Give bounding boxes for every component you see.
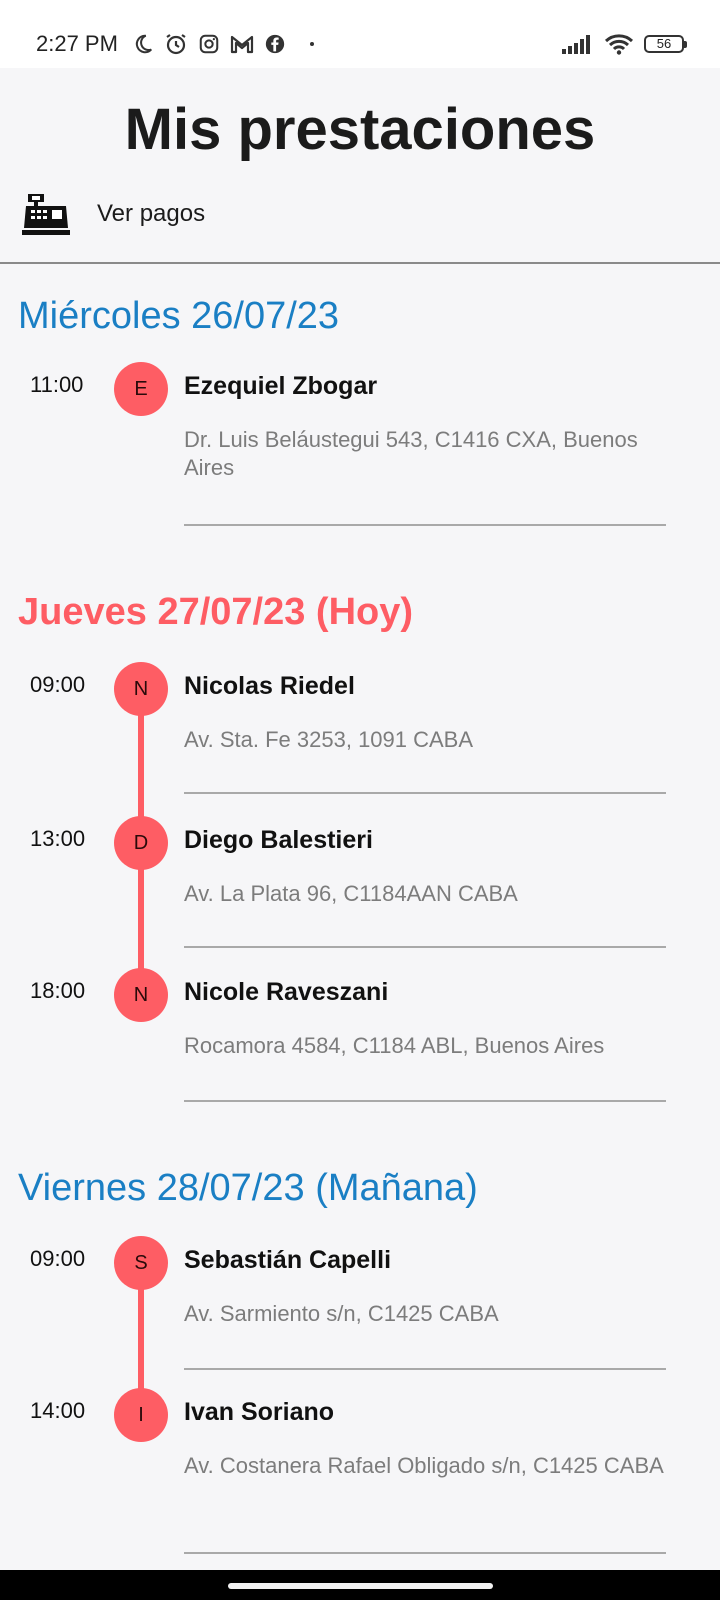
avatar: N — [114, 968, 168, 1022]
patient-name: Nicole Raveszani — [184, 978, 389, 1006]
signal-icon — [562, 35, 590, 54]
page-title: Mis prestaciones — [124, 97, 596, 162]
cash-register-icon — [22, 194, 70, 235]
appointment-item[interactable]: 18:00 N Nicole Raveszani Rocamora 4584, … — [0, 968, 720, 1118]
status-bar: 2:27 PM 56 — [0, 0, 720, 68]
wifi-icon — [604, 34, 634, 55]
facebook-icon — [265, 34, 285, 54]
alarm-icon — [166, 34, 186, 55]
avatar: E — [114, 362, 168, 416]
item-divider — [184, 1100, 666, 1102]
day-heading-miercoles: Miércoles 26/07/23 — [18, 295, 340, 337]
appointment-item[interactable]: 09:00 N Nicolas Riedel Av. Sta. Fe 3253,… — [0, 662, 720, 812]
patient-address: Av. La Plata 96, C1184AAN CABA — [184, 881, 518, 906]
item-divider — [184, 792, 666, 794]
appointment-item[interactable]: 13:00 D Diego Balestieri Av. La Plata 96… — [0, 816, 720, 966]
patient-address: Rocamora 4584, C1184 ABL, Buenos Aires — [184, 1033, 605, 1058]
instagram-icon — [199, 34, 219, 54]
patient-address: Av. Sta. Fe 3253, 1091 CABA — [184, 727, 474, 752]
home-gesture-handle[interactable] — [228, 1583, 493, 1589]
item-divider — [184, 946, 666, 948]
day-heading-jueves: Jueves 27/07/23 (Hoy) — [18, 591, 414, 633]
avatar: I — [114, 1388, 168, 1442]
appointment-time: 09:00 — [30, 672, 86, 697]
item-divider — [184, 1368, 666, 1370]
patient-address: Dr. Luis Beláustegui 543, C1416 CXA, Bue… — [184, 427, 638, 480]
appointment-time: 11:00 — [30, 372, 84, 397]
gmail-icon — [230, 35, 254, 54]
item-divider — [184, 524, 666, 526]
appointment-time: 14:00 — [30, 1398, 86, 1423]
appointment-time: 13:00 — [30, 826, 86, 851]
status-time: 2:27 PM — [36, 31, 118, 56]
day-heading-viernes: Viernes 28/07/23 (Mañana) — [18, 1167, 478, 1209]
ver-pagos-label: Ver pagos — [97, 200, 206, 227]
moon-icon — [135, 34, 152, 54]
avatar: S — [114, 1236, 168, 1290]
item-divider — [184, 1552, 666, 1554]
system-navigation-bar — [0, 1570, 720, 1600]
appointment-item[interactable]: 11:00 E Ezequiel Zbogar Dr. Luis Beláust… — [0, 362, 720, 526]
appointment-time: 09:00 — [30, 1246, 86, 1271]
ver-pagos-button[interactable]: Ver pagos — [22, 190, 205, 238]
more-notifications-dot — [310, 42, 314, 46]
patient-name: Ivan Soriano — [184, 1398, 335, 1426]
avatar: N — [114, 662, 168, 716]
appointment-item[interactable]: 09:00 S Sebastián Capelli Av. Sarmiento … — [0, 1236, 720, 1386]
status-notification-icons — [132, 31, 314, 57]
patient-name: Nicolas Riedel — [184, 672, 355, 700]
battery-icon: 56 — [644, 35, 687, 53]
patient-name: Ezequiel Zbogar — [184, 372, 378, 400]
avatar: D — [114, 816, 168, 870]
appointment-item[interactable]: 14:00 I Ivan Soriano Av. Costanera Rafae… — [0, 1388, 720, 1554]
patient-address: Av. Sarmiento s/n, C1425 CABA — [184, 1301, 499, 1326]
patient-name: Diego Balestieri — [184, 826, 373, 854]
appointment-time: 18:00 — [30, 978, 86, 1003]
status-system-icons: 56 — [562, 31, 687, 57]
patient-name: Sebastián Capelli — [184, 1246, 392, 1274]
patient-address: Av. Costanera Rafael Obligado s/n, C1425… — [184, 1453, 664, 1478]
header-divider — [0, 262, 720, 264]
